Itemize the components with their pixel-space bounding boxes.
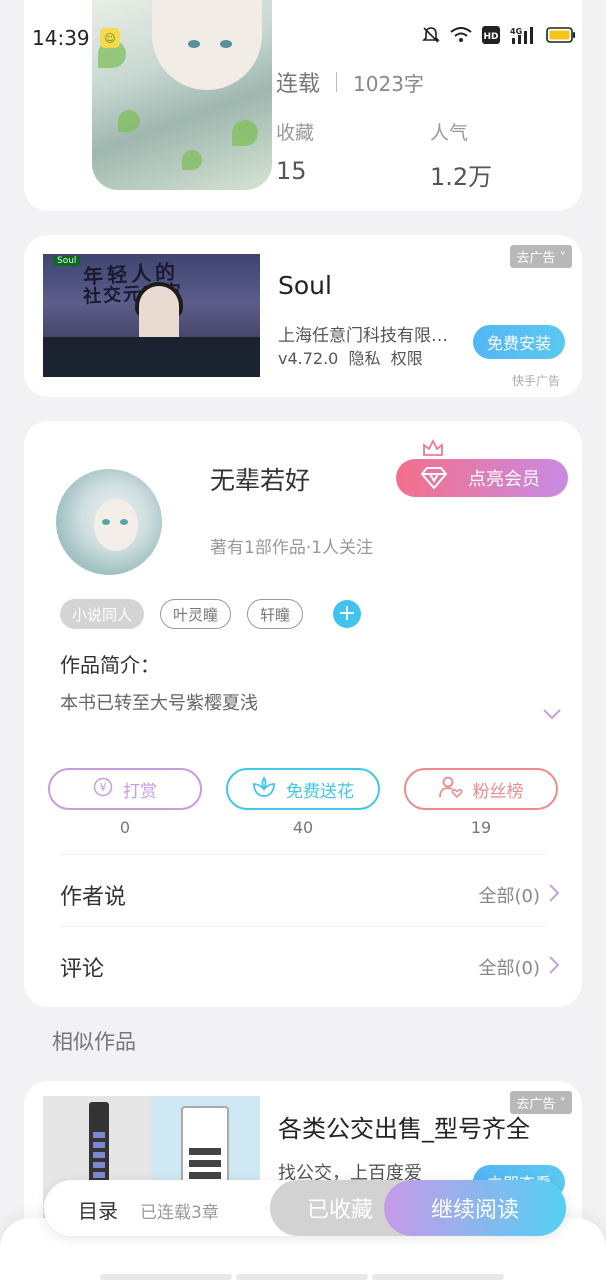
author-says-count: 全部(0)	[478, 886, 541, 907]
fans-rank-button[interactable]: 粉丝榜	[404, 768, 558, 810]
chevron-right-icon	[548, 883, 560, 908]
comments-row[interactable]: 评论 全部(0)	[60, 947, 560, 987]
popularity-label: 人气	[430, 122, 469, 144]
author-card: 无辈若好 著有1部作品·1人关注 点亮会员 小说同人 叶灵瞳 轩瞳 + 作品简介…	[24, 421, 582, 1007]
crown-icon	[422, 438, 444, 461]
signal-4g-icon: 4G	[510, 26, 536, 44]
favorites-stat: 收藏 15	[276, 118, 314, 185]
ad-install-button[interactable]: 免费安装	[473, 325, 565, 359]
popularity-value: 1.2万	[430, 163, 493, 191]
author-says-label: 作者说	[60, 885, 127, 910]
user-heart-icon	[438, 776, 463, 803]
author-info: 著有1部作品·1人关注	[210, 538, 374, 558]
tag-item[interactable]: 轩瞳	[247, 599, 304, 629]
tag-item[interactable]: 小说同人	[60, 599, 145, 629]
chevron-down-icon[interactable]	[542, 705, 562, 724]
ad-image-logo: Soul	[53, 256, 81, 266]
ad-permissions-link[interactable]: 权限	[391, 349, 423, 368]
book-serial-status: 连载	[276, 72, 321, 97]
author-says-row[interactable]: 作者说 全部(0)	[60, 875, 560, 915]
svg-text:HD: HD	[483, 32, 498, 42]
comments-label: 评论	[60, 957, 105, 982]
fans-rank-label: 粉丝榜	[472, 781, 524, 802]
book-word-count: 1023字	[353, 71, 424, 96]
flower-icon	[252, 775, 276, 803]
svg-text:4G: 4G	[510, 27, 522, 36]
ad-title: Soul	[278, 271, 332, 300]
svg-text:¥: ¥	[100, 781, 107, 794]
book-status-line: 连载 1023字	[276, 66, 424, 98]
add-tag-button[interactable]: +	[333, 600, 362, 628]
continue-reading-button[interactable]: 继续阅读	[384, 1180, 566, 1236]
reward-count: 0	[119, 818, 131, 837]
ad-privacy-link[interactable]: 隐私	[349, 349, 381, 368]
similar-ad-title: 各类公交出售_型号齐全	[278, 1115, 530, 1143]
vip-button[interactable]: 点亮会员	[396, 459, 568, 497]
hd-icon: HD	[482, 26, 500, 44]
ad-meta: v4.72.0 隐私 权限	[278, 345, 423, 369]
yen-coin-icon: ¥	[93, 777, 113, 802]
author-name[interactable]: 无辈若好	[210, 461, 310, 497]
tag-item[interactable]: 叶灵瞳	[160, 599, 232, 629]
remove-ad-button[interactable]: 去广告 ˅	[510, 245, 572, 268]
ad-company: 上海任意门科技有限公司	[278, 326, 448, 346]
favorites-label: 收藏	[276, 122, 315, 144]
ad-card[interactable]: Soul 年轻人的 社交元宇宙 去广告 ˅ Soul 上海任意门科技有限公司 v…	[24, 235, 582, 397]
comments-count: 全部(0)	[478, 958, 541, 979]
bell-muted-icon	[422, 26, 440, 44]
app-notification-icon: ☺	[100, 28, 120, 48]
ad-version: v4.72.0	[278, 349, 339, 368]
send-flower-label: 免费送花	[286, 781, 354, 802]
intro-label: 作品简介：	[60, 653, 160, 677]
action-counts: 0 40 19	[48, 818, 558, 837]
reward-label: 打赏	[123, 781, 157, 802]
send-flower-button[interactable]: 免费送花	[226, 768, 380, 810]
fans-count: 19	[470, 818, 492, 837]
similar-works-title: 相似作品	[52, 1030, 136, 1054]
popularity-stat: 人气 1.2万	[430, 118, 492, 192]
status-icons: HD 4G	[422, 26, 576, 44]
status-bar: 14:39 ☺ HD 4G	[0, 0, 606, 70]
diamond-icon	[420, 467, 448, 494]
avatar[interactable]	[56, 469, 162, 575]
chevron-right-icon	[548, 955, 560, 980]
divider	[60, 926, 546, 927]
toc-button[interactable]: 目录	[78, 1195, 118, 1224]
flower-count: 40	[292, 818, 314, 837]
sheet-handle	[100, 1274, 504, 1280]
toc-chapter-count: 已连载3章	[140, 1203, 219, 1223]
ad-source-label: 快手广告	[511, 374, 560, 388]
battery-icon	[546, 27, 576, 43]
wifi-icon	[450, 27, 472, 43]
divider	[60, 854, 546, 855]
reward-button[interactable]: ¥ 打赏	[48, 768, 202, 810]
tag-list: 小说同人 叶灵瞳 轩瞳 +	[60, 599, 362, 629]
vip-label: 点亮会员	[468, 469, 540, 490]
ad-image[interactable]: Soul 年轻人的 社交元宇宙	[43, 254, 260, 377]
bottom-action-bar: 目录 已连载3章 已收藏 继续阅读	[44, 1180, 566, 1236]
intro-text: 本书已转至大号紫樱夏浅	[60, 693, 258, 714]
favorites-value: 15	[276, 157, 307, 185]
status-time: 14:39	[32, 26, 90, 50]
action-buttons: ¥ 打赏 免费送花 粉丝榜	[48, 768, 558, 810]
